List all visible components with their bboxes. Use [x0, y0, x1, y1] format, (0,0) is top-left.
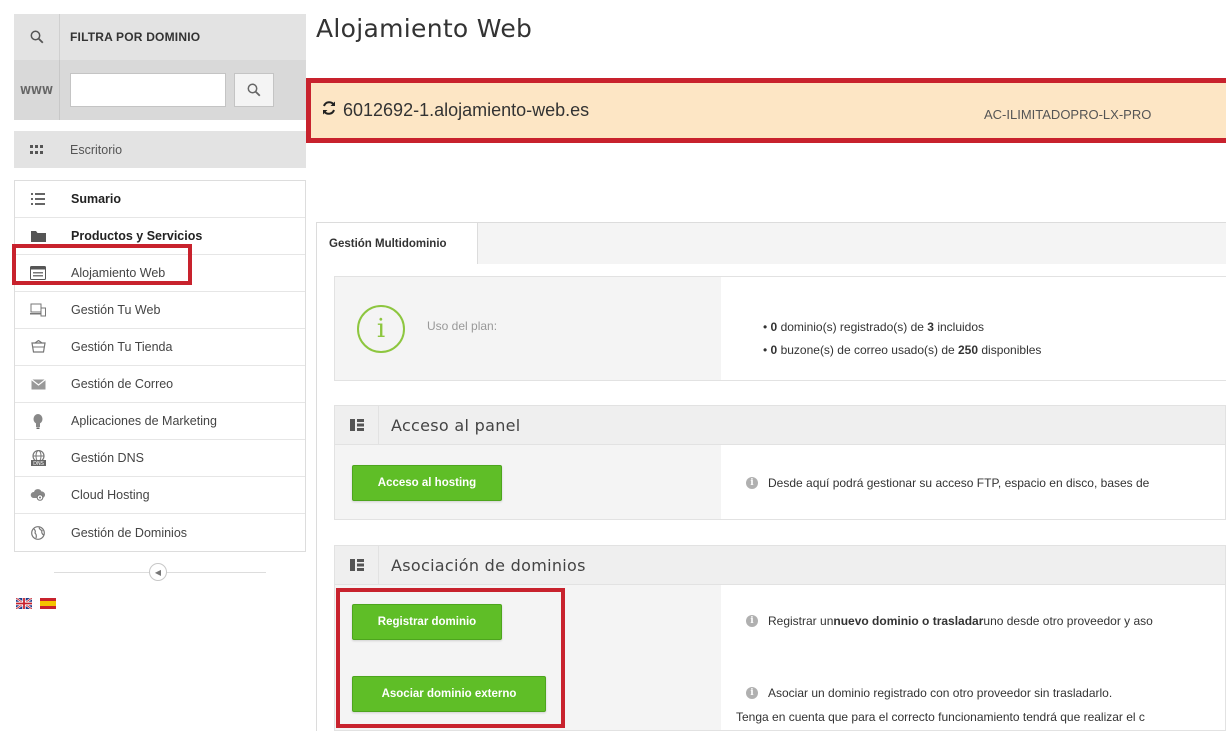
section-icon: [335, 546, 379, 584]
sidebar-collapse-row: ◀: [14, 552, 306, 592]
info-icon: i: [746, 687, 758, 699]
www-label: WWW: [14, 60, 60, 120]
mail-icon: [15, 378, 61, 390]
cloud-icon: [15, 489, 61, 501]
info-icon: i: [357, 305, 405, 353]
sidebar-item-escritorio[interactable]: Escritorio: [14, 131, 306, 168]
sidebar: FILTRA POR DOMINIO WWW Escritorio Sumari…: [14, 14, 306, 592]
sidebar-item-sumario[interactable]: Sumario: [15, 181, 305, 218]
domain-filter-title: FILTRA POR DOMINIO: [70, 30, 201, 44]
sidebar-item-gestion-tu-web[interactable]: Gestión Tu Web: [15, 292, 305, 329]
sidebar-menu: Sumario Productos y Servicios Alojamient…: [14, 180, 306, 552]
search-icon: [247, 83, 261, 97]
domain-selector-bar[interactable]: 6012692-1.alojamiento-web.es AC-ILIMITAD…: [306, 78, 1226, 143]
register-domain-note: i Registrar un nuevo dominio o trasladar …: [746, 614, 1153, 628]
plan-usage-box: i Uso del plan: • 0 dominio(s) registrad…: [334, 276, 1226, 381]
panel-access-header: Acceso al panel: [334, 405, 1226, 445]
domain-search-input[interactable]: [70, 73, 226, 107]
domain-filter-header: FILTRA POR DOMINIO: [14, 14, 306, 60]
info-icon: i: [746, 615, 758, 627]
plan-usage-label: Uso del plan:: [427, 319, 498, 333]
sidebar-item-label: Sumario: [71, 192, 122, 206]
plan-usage-list: • 0 dominio(s) registrado(s) de 3 inclui…: [763, 320, 1041, 366]
sidebar-item-marketing[interactable]: Aplicaciones de Marketing: [15, 403, 305, 440]
collapse-sidebar-button[interactable]: ◀: [149, 563, 167, 581]
tab-gestion-multidominio[interactable]: Gestión Multidominio: [316, 222, 478, 264]
external-domain-note-2: Tenga en cuenta que para el correcto fun…: [736, 710, 1145, 724]
sidebar-item-label: Aplicaciones de Marketing: [71, 414, 217, 428]
sidebar-item-label: Gestión Tu Tienda: [71, 340, 173, 354]
sidebar-item-gestion-correo[interactable]: Gestión de Correo: [15, 366, 305, 403]
sidebar-item-label: Gestión de Dominios: [71, 525, 188, 540]
svg-text:DNS: DNS: [33, 461, 44, 466]
sidebar-item-gestion-dns[interactable]: DNS Gestión DNS: [15, 440, 305, 477]
section-icon: [335, 406, 379, 444]
language-selector: [16, 598, 56, 609]
highlight-box: [336, 588, 565, 728]
list-item: • 0 dominio(s) registrado(s) de 3 inclui…: [763, 320, 985, 334]
plan-code: AC-ILIMITADOPRO-LX-PRO: [984, 107, 1152, 122]
sidebar-item-gestion-tu-tienda[interactable]: Gestión Tu Tienda: [15, 329, 305, 366]
bulb-icon: [15, 413, 61, 429]
sidebar-item-cloud-hosting[interactable]: Cloud Hosting: [15, 477, 305, 514]
folder-icon: [15, 230, 61, 242]
info-icon: i: [746, 477, 758, 489]
domain-association-note-area: [721, 585, 1225, 730]
domain-filter-row: WWW: [14, 60, 306, 120]
page-title: Alojamiento Web: [316, 14, 533, 43]
section-title: Acceso al panel: [391, 415, 521, 435]
sidebar-item-label: Gestión Tu Web: [71, 303, 161, 317]
grid-icon: [14, 144, 60, 155]
uk-flag-icon[interactable]: [16, 598, 32, 609]
sidebar-item-label: Gestión de Correo: [71, 377, 174, 391]
panel-access-note: i Desde aquí podrá gestionar su acceso FT…: [746, 476, 1149, 490]
domain-search-button[interactable]: [234, 73, 274, 107]
section-title: Asociación de dominios: [391, 555, 586, 575]
dns-icon: DNS: [15, 450, 61, 466]
domain-name: 6012692-1.alojamiento-web.es: [343, 100, 590, 120]
domain-association-header: Asociación de dominios: [334, 545, 1226, 585]
hosting-access-button[interactable]: Acceso al hosting: [352, 465, 502, 501]
sidebar-item-label: Productos y Servicios: [71, 229, 203, 243]
search-icon: [14, 14, 60, 60]
sidebar-item-label: Escritorio: [70, 142, 123, 157]
sidebar-item-label: Cloud Hosting: [71, 488, 150, 502]
globe-icon: [15, 525, 61, 540]
list-icon: [15, 193, 61, 205]
spain-flag-icon[interactable]: [40, 598, 56, 609]
refresh-icon[interactable]: [321, 100, 339, 121]
highlight-box: [12, 244, 192, 285]
list-item: • 0 buzone(s) de correo usado(s) de 250 …: [763, 343, 1042, 357]
external-domain-note: i Asociar un dominio registrado con otro …: [746, 686, 1112, 700]
devices-icon: [15, 303, 61, 317]
chevron-left-icon: ◀: [154, 567, 162, 577]
cart-icon: [15, 340, 61, 354]
sidebar-item-label: Gestión DNS: [71, 451, 144, 465]
sidebar-item-gestion-dominios[interactable]: Gestión de Dominios: [15, 514, 305, 551]
